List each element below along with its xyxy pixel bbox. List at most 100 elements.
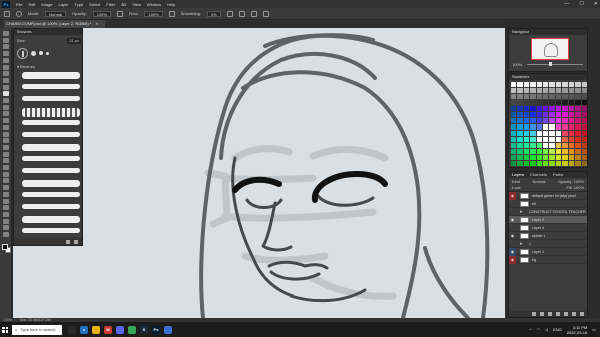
brush-preset-stroke[interactable] [22, 120, 80, 125]
color-swatch[interactable] [511, 130, 517, 136]
brush-folder-row[interactable]: ▾ Brushes [17, 64, 81, 69]
color-swatch[interactable] [511, 124, 517, 130]
brush-size-field[interactable]: 21 px [67, 38, 81, 44]
color-swatch[interactable] [523, 106, 530, 112]
visibility-eye-icon[interactable]: ◉ [509, 247, 516, 256]
color-swatch[interactable] [575, 130, 581, 136]
color-swatch[interactable] [549, 154, 555, 160]
tool-button[interactable] [3, 37, 9, 43]
color-swatch[interactable] [517, 118, 523, 124]
tool-button[interactable] [3, 171, 9, 177]
color-swatch[interactable] [536, 136, 543, 142]
tool-button[interactable] [3, 211, 9, 217]
new-brush-icon[interactable] [66, 239, 70, 244]
tab-layers[interactable]: Layers [512, 172, 524, 178]
menu-type[interactable]: Type [72, 2, 87, 7]
color-swatch[interactable] [555, 106, 562, 112]
taskbar-app-icon[interactable]: Ps [152, 325, 160, 334]
menu-image[interactable]: Image [38, 2, 55, 7]
color-swatch[interactable] [523, 148, 530, 154]
color-swatch[interactable] [530, 118, 536, 124]
color-swatch[interactable] [581, 148, 587, 154]
close-tab-icon[interactable]: ✕ [95, 21, 98, 26]
color-swatch[interactable] [543, 142, 549, 148]
color-swatch[interactable] [555, 136, 562, 142]
tool-button[interactable] [3, 232, 9, 237]
color-swatch[interactable] [549, 124, 555, 130]
network-icon[interactable]: ◠ [537, 327, 541, 332]
color-swatch[interactable] [511, 154, 517, 160]
color-swatch[interactable] [562, 88, 568, 94]
color-swatch[interactable] [549, 82, 555, 88]
color-swatch[interactable] [517, 148, 523, 154]
taskbar-app-icon[interactable]: S [140, 325, 148, 334]
color-swatch[interactable] [517, 142, 523, 148]
color-swatch[interactable] [543, 106, 549, 112]
color-swatch[interactable] [581, 124, 587, 130]
opacity-field[interactable]: 100% [92, 10, 111, 17]
color-swatch[interactable] [581, 106, 587, 112]
color-swatch[interactable] [530, 148, 536, 154]
color-swatch[interactable] [581, 88, 587, 94]
color-swatch[interactable] [517, 130, 523, 136]
color-swatch[interactable] [555, 112, 562, 118]
color-swatch[interactable] [523, 154, 530, 160]
color-swatch[interactable] [517, 160, 523, 166]
start-button[interactable] [0, 322, 10, 337]
mode-select[interactable]: Normal [45, 10, 67, 17]
notifications-icon[interactable]: ▭ [592, 327, 596, 332]
menu-file[interactable]: File [13, 2, 25, 7]
taskbar-app-icon[interactable] [128, 325, 136, 334]
brush-preset-icon[interactable] [16, 10, 22, 17]
adjustment-layer-icon[interactable] [556, 312, 560, 316]
tool-button[interactable] [3, 31, 9, 36]
visibility-eye-icon[interactable] [509, 200, 516, 208]
tool-button[interactable] [3, 185, 9, 191]
visibility-eye-icon[interactable]: ◉ [509, 191, 516, 200]
color-swatch[interactable] [523, 88, 530, 94]
tool-button[interactable] [3, 98, 9, 103]
tool-button[interactable] [3, 124, 9, 130]
visibility-eye-icon[interactable] [509, 224, 516, 232]
color-swatch[interactable] [530, 94, 536, 100]
layer-row[interactable]: ref [509, 200, 587, 208]
color-swatch[interactable] [562, 112, 568, 118]
color-swatch[interactable] [568, 118, 575, 124]
document-tab[interactable]: CHARM COMP.psd @ 100% (Layer 2, RGB/8) *… [4, 20, 105, 28]
color-swatch[interactable] [575, 88, 581, 94]
brush-preset-stroke[interactable] [22, 144, 80, 151]
taskbar-app-icon[interactable]: M [104, 325, 112, 334]
color-swatch[interactable] [536, 106, 543, 112]
color-swatch[interactable] [562, 106, 568, 112]
color-swatch[interactable] [511, 88, 517, 94]
color-swatch[interactable] [555, 148, 562, 154]
taskbar-app-icon[interactable]: e [80, 325, 88, 334]
layer-fill-field[interactable]: Fill: 100% [566, 185, 584, 190]
navigator-zoom-knob[interactable] [549, 62, 552, 66]
color-swatch[interactable] [555, 160, 562, 166]
color-swatch[interactable] [530, 106, 536, 112]
menu-window[interactable]: Window [144, 2, 164, 7]
color-swatch[interactable] [568, 136, 575, 142]
tool-button[interactable] [3, 178, 9, 184]
color-swatch[interactable] [575, 106, 581, 112]
navigator-zoom-slider[interactable] [527, 64, 583, 65]
color-swatch[interactable] [543, 130, 549, 136]
visibility-eye-icon[interactable] [509, 240, 516, 248]
menu-select[interactable]: Select [86, 2, 103, 7]
color-swatch[interactable] [549, 88, 555, 94]
color-swatch[interactable] [543, 82, 549, 88]
visibility-eye-icon[interactable]: ◉ [509, 216, 516, 224]
color-swatch[interactable] [568, 100, 575, 106]
language-indicator[interactable]: ENG [553, 327, 562, 332]
tool-button[interactable] [3, 218, 9, 224]
color-swatch[interactable] [575, 124, 581, 130]
color-swatch[interactable] [555, 82, 562, 88]
smoothing-field[interactable]: 0% [206, 10, 221, 17]
tool-button[interactable] [3, 225, 9, 231]
color-swatch[interactable] [555, 88, 562, 94]
color-swatch[interactable] [562, 124, 568, 130]
color-swatch[interactable] [581, 94, 587, 100]
taskbar-search[interactable]: ⌕ Type here to search [12, 324, 62, 335]
color-swatch[interactable] [523, 112, 530, 118]
